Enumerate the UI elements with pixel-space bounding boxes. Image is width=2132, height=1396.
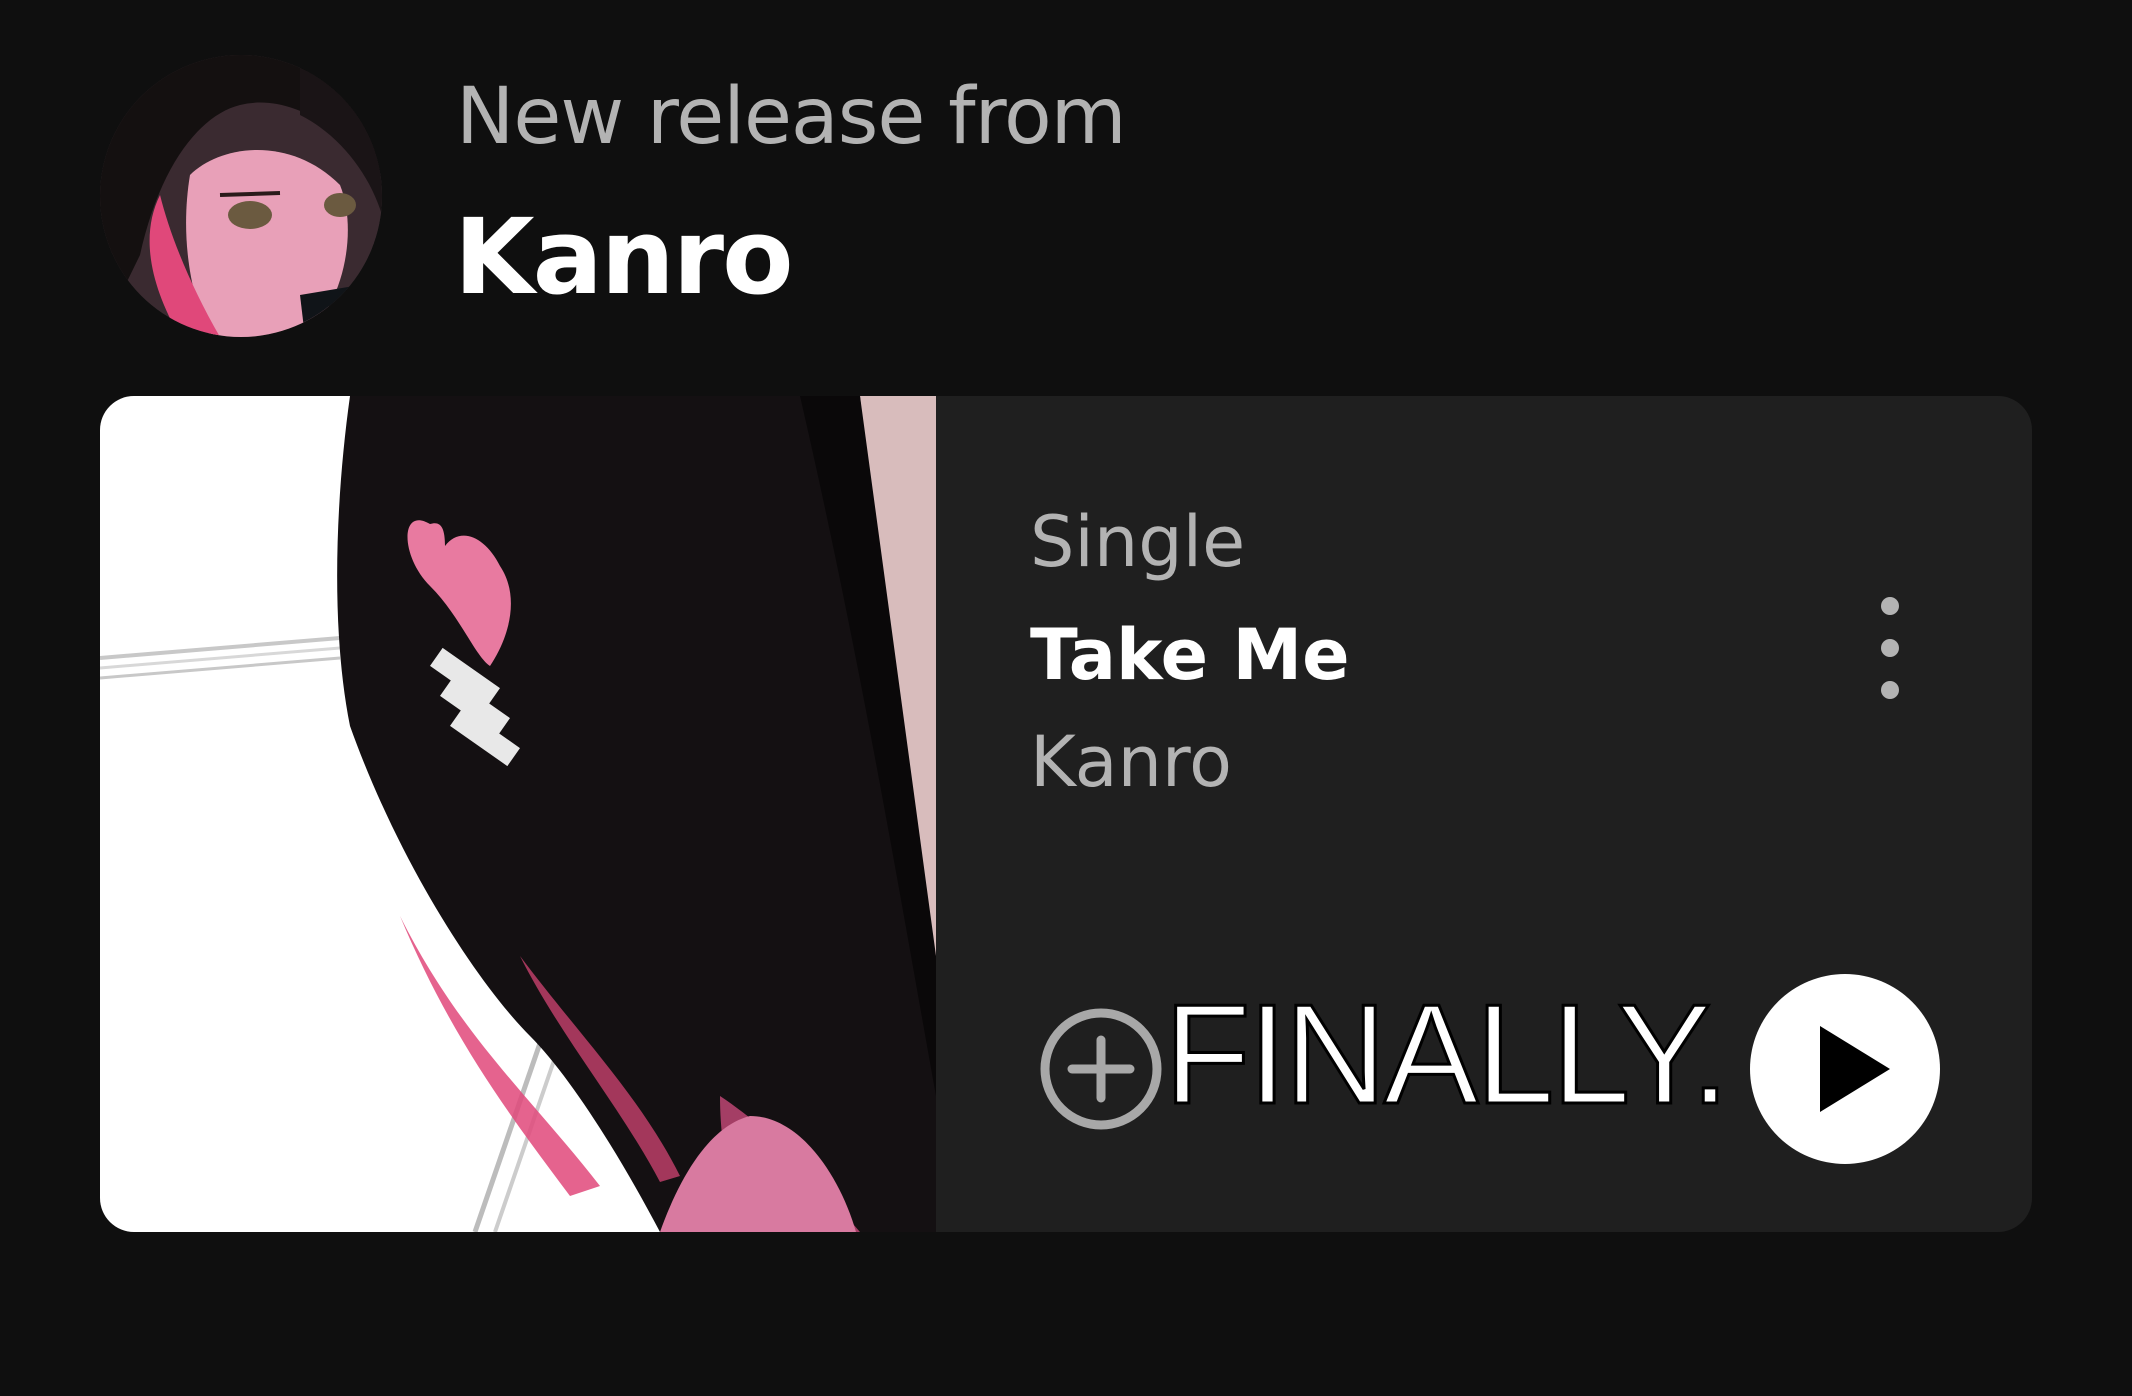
artist-name[interactable]: Kanro: [454, 196, 794, 318]
play-icon: [1820, 1026, 1890, 1112]
album-cover[interactable]: [100, 396, 936, 1232]
release-card[interactable]: Single Take Me Kanro FINALLY.: [100, 396, 2032, 1232]
more-options-button[interactable]: [1850, 566, 1930, 706]
release-type: Single: [1030, 501, 1246, 583]
header-subtitle: New release from: [456, 72, 1127, 162]
add-to-library-button[interactable]: [1036, 1004, 1166, 1134]
overlay-caption: FINALLY.: [1163, 975, 1732, 1134]
page: New release from Kanro Single Take Me Ka…: [0, 0, 2132, 1396]
release-title[interactable]: Take Me: [1030, 614, 1350, 696]
play-button[interactable]: [1750, 974, 1940, 1164]
album-cover-art: [100, 396, 936, 1232]
artist-avatar[interactable]: [100, 55, 382, 337]
release-artist[interactable]: Kanro: [1030, 721, 1232, 803]
artist-avatar-image: [100, 55, 382, 337]
add-circle-icon: [1040, 1008, 1162, 1130]
more-vertical-icon: [1881, 597, 1899, 699]
